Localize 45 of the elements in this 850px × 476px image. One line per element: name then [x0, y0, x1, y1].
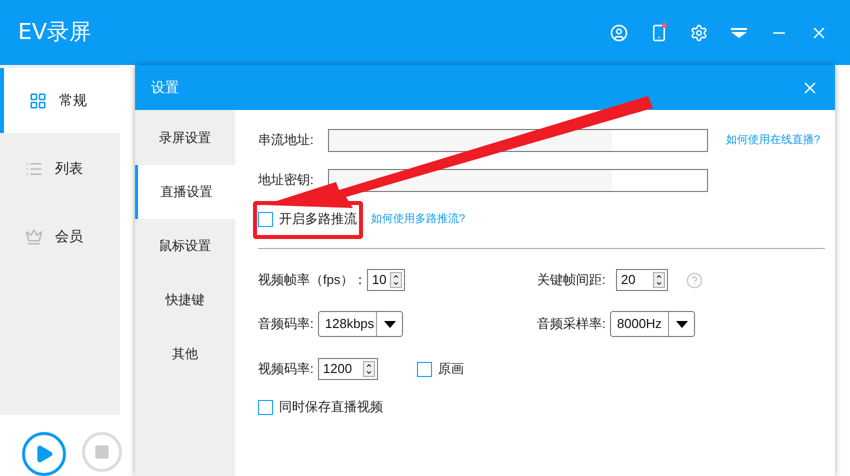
field-label: 串流地址:: [258, 131, 315, 150]
nav-tab[interactable]: 快捷键: [135, 273, 235, 327]
field-label: 视频码率:: [258, 360, 315, 378]
sidebar-item[interactable]: 会员: [0, 204, 120, 269]
grid-icon: [29, 92, 47, 110]
caret-icon: [384, 320, 396, 328]
dropdown-menu-icon[interactable]: [730, 28, 748, 38]
dropdown-select[interactable]: 8000Hz: [610, 311, 695, 337]
field-label: 关键帧间距:: [537, 271, 607, 290]
checkbox[interactable]: [417, 362, 432, 376]
checkbox[interactable]: [258, 212, 273, 226]
nav-tab[interactable]: 鼠标设置: [135, 219, 235, 273]
nav-tab[interactable]: 其他: [135, 327, 235, 381]
dropdown-select[interactable]: 128kbps: [318, 311, 403, 337]
checkbox-label: 开启多路推流: [279, 210, 357, 228]
number-spinner[interactable]: 20: [616, 269, 668, 291]
checkbox-label: 原画: [438, 360, 464, 378]
phone-icon[interactable]: [650, 24, 668, 42]
field-label: 地址密钥:: [258, 171, 315, 190]
settings-icon[interactable]: [690, 24, 708, 42]
spin-arrows-icon[interactable]: [363, 361, 375, 377]
field-label: 视频帧率（fps）：: [258, 271, 367, 290]
sidebar-item[interactable]: 常规: [0, 68, 120, 133]
stop-icon: [94, 444, 110, 460]
crown-icon: [25, 228, 43, 246]
input-field[interactable]: [328, 168, 708, 192]
checkbox-label: 同时保存直播视频: [279, 398, 383, 416]
nav-tab[interactable]: 录屏设置: [135, 111, 235, 165]
user-icon[interactable]: [610, 24, 628, 42]
sidebar-item[interactable]: 列表: [0, 136, 120, 201]
stop-button[interactable]: [82, 432, 122, 472]
field-label: 音频采样率:: [537, 315, 607, 334]
input-field[interactable]: [328, 128, 708, 152]
dialog-title: 设置: [151, 78, 179, 97]
spin-arrows-icon[interactable]: [653, 272, 665, 288]
checkbox[interactable]: [258, 400, 273, 414]
number-spinner[interactable]: 1200: [318, 358, 378, 380]
app-title: EV录屏: [18, 19, 91, 47]
number-spinner[interactable]: 10: [367, 269, 405, 291]
nav-tab[interactable]: 直播设置: [135, 165, 235, 219]
help-icon[interactable]: [686, 272, 703, 288]
play-button[interactable]: [22, 432, 66, 476]
spin-arrows-icon[interactable]: [390, 272, 402, 288]
caret-icon: [676, 320, 688, 328]
field-label: 音频码率:: [258, 315, 315, 334]
